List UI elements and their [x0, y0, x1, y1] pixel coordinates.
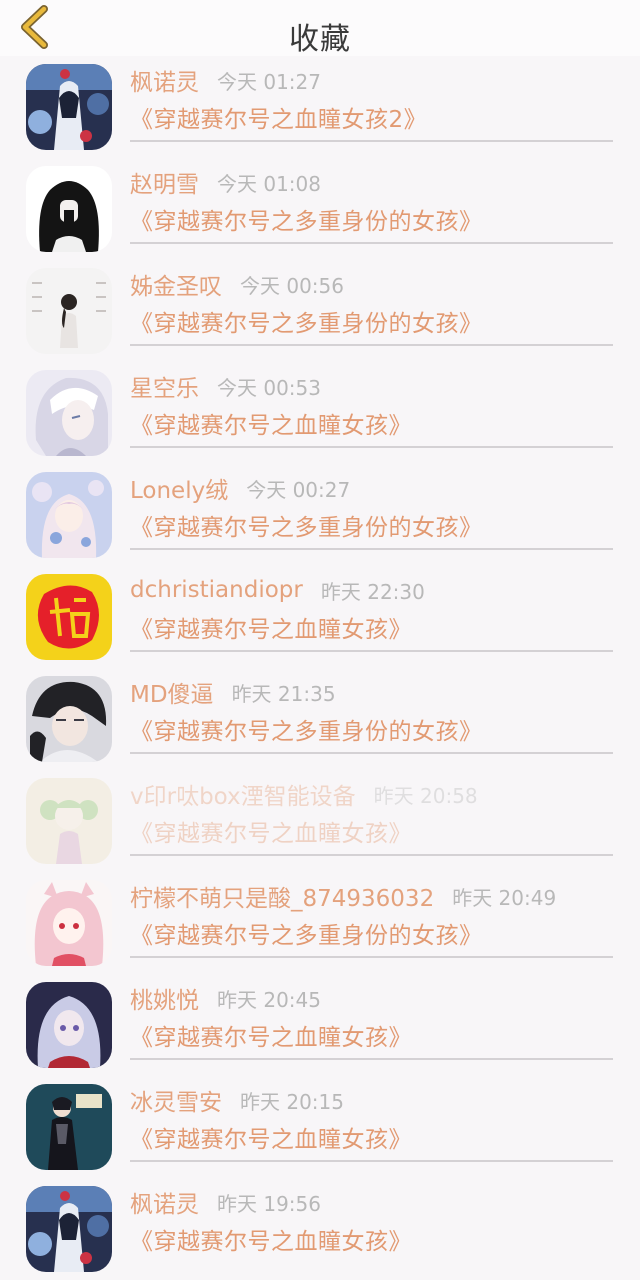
user-name[interactable]: 柠檬不萌只是酸_874936032: [130, 879, 434, 913]
user-avatar-icon: [26, 1084, 112, 1170]
user-avatar-icon: [26, 676, 112, 762]
novel-title[interactable]: 《穿越赛尔号之血瞳女孩》: [130, 1222, 412, 1256]
timestamp: 今天 00:27: [246, 477, 351, 502]
user-avatar-icon: [26, 574, 112, 660]
divider: [130, 140, 613, 142]
avatar[interactable]: [26, 778, 112, 864]
novel-title[interactable]: 《穿越赛尔号之血瞳女孩》: [130, 1120, 412, 1154]
list-item[interactable]: 星空乐 今天 00:53 《穿越赛尔号之血瞳女孩》: [0, 362, 640, 464]
user-name[interactable]: 赵明雪: [130, 165, 199, 199]
avatar[interactable]: [26, 166, 112, 252]
header-bar: 收藏: [0, 0, 640, 57]
list-item[interactable]: 赵明雪 今天 01:08 《穿越赛尔号之多重身份的女孩》: [0, 158, 640, 260]
user-name[interactable]: 冰灵雪安: [130, 1083, 222, 1117]
divider: [130, 1160, 613, 1162]
avatar[interactable]: [26, 880, 112, 966]
user-name[interactable]: 姊金圣叹: [130, 267, 222, 301]
timestamp: 今天 01:27: [217, 69, 321, 94]
novel-title[interactable]: 《穿越赛尔号之血瞳女孩》: [130, 814, 412, 848]
user-name[interactable]: Lonely绒: [130, 471, 228, 505]
timestamp: 今天 00:56: [240, 273, 344, 298]
novel-title[interactable]: 《穿越赛尔号之多重身份的女孩》: [130, 508, 483, 542]
novel-title[interactable]: 《穿越赛尔号之多重身份的女孩》: [130, 304, 483, 338]
timestamp: 昨天 22:30: [320, 579, 425, 604]
timestamp: 今天 00:53: [217, 375, 321, 400]
user-name[interactable]: MD傻逼: [130, 675, 214, 709]
user-avatar-icon: [26, 472, 112, 558]
novel-title[interactable]: 《穿越赛尔号之血瞳女孩》: [130, 610, 412, 644]
list-item[interactable]: v印r呔box湮智能设备 昨天 20:58 《穿越赛尔号之血瞳女孩》: [0, 770, 640, 872]
novel-title[interactable]: 《穿越赛尔号之多重身份的女孩》: [130, 916, 483, 950]
avatar[interactable]: [26, 370, 112, 456]
avatar[interactable]: [26, 1186, 112, 1272]
timestamp: 昨天 20:49: [452, 885, 557, 910]
user-name[interactable]: 枫诺灵: [130, 1185, 199, 1219]
novel-title[interactable]: 《穿越赛尔号之多重身份的女孩》: [130, 712, 483, 746]
divider: [130, 1058, 613, 1060]
novel-title[interactable]: 《穿越赛尔号之血瞳女孩》: [130, 1018, 412, 1052]
avatar[interactable]: [26, 472, 112, 558]
timestamp: 昨天 20:15: [240, 1089, 344, 1114]
avatar[interactable]: [26, 574, 112, 660]
list-item[interactable]: 桃姚悦 昨天 20:45 《穿越赛尔号之血瞳女孩》: [0, 974, 640, 1076]
list-item[interactable]: 枫诺灵 昨天 19:56 《穿越赛尔号之血瞳女孩》: [0, 1178, 640, 1280]
user-name[interactable]: 星空乐: [130, 369, 199, 403]
divider: [130, 752, 613, 754]
novel-title[interactable]: 《穿越赛尔号之血瞳女孩2》: [130, 100, 427, 134]
avatar[interactable]: [26, 676, 112, 762]
list-item[interactable]: 冰灵雪安 昨天 20:15 《穿越赛尔号之血瞳女孩》: [0, 1076, 640, 1178]
list-item[interactable]: Lonely绒 今天 00:27 《穿越赛尔号之多重身份的女孩》: [0, 464, 640, 566]
user-avatar-icon: [26, 880, 112, 966]
divider: [130, 344, 613, 346]
avatar[interactable]: [26, 1084, 112, 1170]
divider: [130, 956, 613, 958]
list-item[interactable]: MD傻逼 昨天 21:35 《穿越赛尔号之多重身份的女孩》: [0, 668, 640, 770]
page-title: 收藏: [289, 22, 351, 57]
timestamp: 今天 01:08: [217, 171, 321, 196]
timestamp: 昨天 20:58: [373, 783, 478, 808]
divider: [130, 650, 613, 652]
user-avatar-icon: [26, 778, 112, 864]
avatar[interactable]: [26, 268, 112, 354]
timestamp: 昨天 21:35: [231, 681, 336, 706]
user-avatar-icon: [26, 982, 112, 1068]
list-item[interactable]: 姊金圣叹 今天 00:56 《穿越赛尔号之多重身份的女孩》: [0, 260, 640, 362]
divider: [130, 854, 613, 856]
divider: [130, 242, 613, 244]
user-avatar-icon: [26, 64, 112, 150]
user-name[interactable]: v印r呔box湮智能设备: [130, 777, 356, 811]
list-item[interactable]: 枫诺灵 今天 01:27 《穿越赛尔号之血瞳女孩2》: [0, 56, 640, 158]
avatar[interactable]: [26, 982, 112, 1068]
user-avatar-icon: [26, 268, 112, 354]
user-avatar-icon: [26, 1186, 112, 1272]
list-item[interactable]: dchristiandiopr 昨天 22:30 《穿越赛尔号之血瞳女孩》: [0, 566, 640, 668]
user-avatar-icon: [26, 370, 112, 456]
novel-title[interactable]: 《穿越赛尔号之血瞳女孩》: [130, 406, 412, 440]
list-item[interactable]: 柠檬不萌只是酸_874936032 昨天 20:49 《穿越赛尔号之多重身份的女…: [0, 872, 640, 974]
avatar[interactable]: [26, 64, 112, 150]
divider: [130, 446, 613, 448]
timestamp: 昨天 19:56: [217, 1191, 321, 1216]
user-name[interactable]: 桃姚悦: [130, 981, 199, 1015]
user-name[interactable]: 枫诺灵: [130, 63, 199, 97]
novel-title[interactable]: 《穿越赛尔号之多重身份的女孩》: [130, 202, 483, 236]
divider: [130, 548, 613, 550]
user-name[interactable]: dchristiandiopr: [130, 577, 303, 603]
timestamp: 昨天 20:45: [217, 987, 321, 1012]
user-avatar-icon: [26, 166, 112, 252]
